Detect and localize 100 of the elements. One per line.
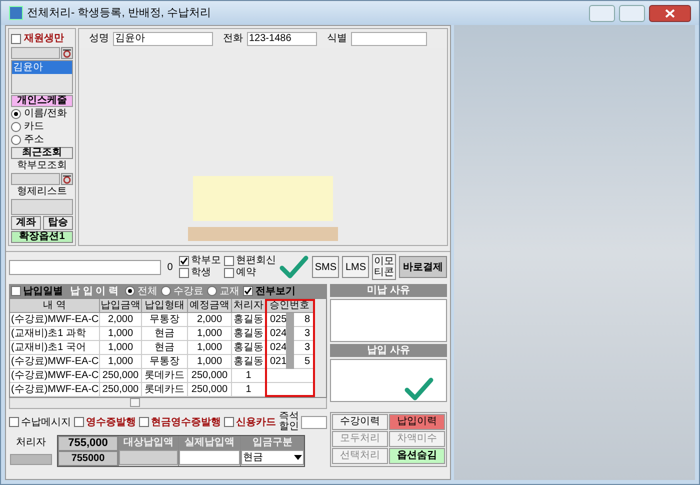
table-cell: 1,000 bbox=[100, 327, 142, 341]
table-cell: (수강료)MWF-EA-C bbox=[10, 313, 100, 327]
horizontal-scrollbar[interactable] bbox=[9, 398, 327, 409]
checkbox[interactable] bbox=[243, 286, 254, 296]
reason-field[interactable] bbox=[330, 359, 447, 402]
checkbox[interactable] bbox=[139, 417, 149, 427]
column-header[interactable]: 처리자 bbox=[232, 299, 266, 313]
checkbox-label: 학생 bbox=[190, 267, 211, 279]
table-cell: 3 bbox=[304, 341, 310, 354]
action-button[interactable]: 납입이력 bbox=[389, 414, 445, 430]
checkbox[interactable] bbox=[74, 417, 84, 427]
search-icon[interactable] bbox=[61, 47, 73, 59]
deposit-dropdown[interactable]: 현금 bbox=[241, 450, 304, 465]
checkbox-label: 신용카드 bbox=[236, 416, 276, 430]
radio-button[interactable] bbox=[11, 134, 21, 145]
column-header[interactable]: 납입금액 bbox=[100, 299, 142, 313]
discount-field[interactable] bbox=[301, 416, 327, 428]
message-button[interactable]: SMS bbox=[312, 256, 340, 278]
student-list[interactable]: 김윤아 bbox=[11, 60, 73, 94]
handler-field bbox=[10, 454, 52, 465]
search-icon[interactable] bbox=[61, 172, 73, 185]
table-cell: 홍길동 bbox=[232, 341, 266, 355]
app-icon bbox=[9, 6, 23, 20]
radio-button[interactable] bbox=[161, 286, 172, 296]
checkbox[interactable] bbox=[178, 256, 189, 266]
radio-label: 수강료 bbox=[173, 284, 204, 298]
table-cell: 8 bbox=[304, 313, 310, 326]
column-header[interactable]: 내 역 bbox=[10, 299, 100, 313]
list-item[interactable]: 김윤아 bbox=[12, 61, 72, 74]
message-button[interactable]: 바로결제 bbox=[399, 256, 447, 278]
column-header: 입금구분 bbox=[241, 436, 304, 450]
column-header[interactable]: 납입형태 bbox=[142, 299, 188, 313]
checkbox[interactable] bbox=[11, 34, 21, 44]
text-field[interactable]: 김윤아 bbox=[113, 32, 213, 46]
checkbox[interactable] bbox=[11, 286, 21, 296]
radio-button[interactable] bbox=[11, 108, 21, 119]
window-title: 전체처리- 학생등록, 반배정, 수납처리 bbox=[27, 6, 211, 21]
column-header: 대상납입액 bbox=[119, 436, 178, 450]
reason-field[interactable] bbox=[330, 299, 447, 342]
table-cell: (교재비)초1 국어 bbox=[10, 341, 100, 355]
section-header: 미납 사유 bbox=[330, 284, 447, 297]
checkbox-label: 전부보기 bbox=[255, 284, 296, 298]
table-cell: 1,000 bbox=[188, 327, 232, 341]
amount-field[interactable] bbox=[119, 450, 178, 465]
table-cell: (수강료)MWF-EA-C bbox=[10, 383, 100, 397]
checkbox[interactable] bbox=[224, 417, 234, 427]
message-button[interactable]: 이모티콘 bbox=[372, 254, 396, 280]
table-cell: 무통장 bbox=[142, 355, 188, 369]
search-field[interactable] bbox=[11, 47, 60, 59]
table-cell: 홍길동 bbox=[232, 327, 266, 341]
checkbox[interactable] bbox=[224, 256, 234, 266]
parent-search-field[interactable] bbox=[11, 172, 60, 185]
total-amount: 755,000 bbox=[58, 436, 118, 451]
check-mark-icon bbox=[404, 377, 434, 401]
checkbox[interactable] bbox=[9, 417, 19, 427]
checkbox-label: 예약 bbox=[236, 267, 256, 279]
extend-option-button[interactable]: 확장옵션1 bbox=[11, 231, 73, 243]
field-label: 즉석할인 bbox=[279, 412, 299, 432]
checkbox-label: 현편회신 bbox=[236, 255, 276, 267]
schedule-button[interactable]: 개인스케줄 bbox=[11, 94, 73, 107]
column-header[interactable]: 예정금액 bbox=[188, 299, 232, 313]
table-cell: 홍길동 bbox=[232, 313, 266, 327]
checkbox-label: 수납메시지 bbox=[21, 416, 71, 430]
check-mark-icon bbox=[278, 255, 309, 279]
message-button[interactable]: LMS bbox=[342, 256, 370, 278]
checkbox[interactable] bbox=[224, 268, 234, 278]
radio-label: 전체 bbox=[137, 284, 158, 298]
recent-search-button[interactable]: 최근조회 bbox=[11, 146, 73, 159]
table-cell: 무통장 bbox=[142, 313, 188, 327]
checkbox-label: 영수증발행 bbox=[86, 416, 136, 430]
table-cell: 롯데카드 bbox=[142, 369, 188, 383]
close-button[interactable] bbox=[649, 4, 691, 22]
table-cell: 1,000 bbox=[188, 341, 232, 355]
table-cell: 1 bbox=[232, 369, 266, 383]
vertical-scrollbar[interactable] bbox=[314, 299, 326, 397]
radio-button[interactable] bbox=[11, 122, 21, 132]
field-label: 학부모조회 bbox=[16, 160, 68, 172]
checkbox-label: 현금영수증발행 bbox=[151, 416, 221, 430]
table-cell: (교재비)초1 과학 bbox=[10, 327, 100, 341]
radio-button[interactable] bbox=[125, 286, 136, 296]
table-cell: 024 bbox=[270, 341, 287, 354]
radio-label: 이름/전화 bbox=[24, 108, 67, 120]
caret-icon bbox=[294, 454, 302, 460]
message-field[interactable] bbox=[9, 260, 162, 274]
scrollbar-thumb[interactable] bbox=[130, 398, 140, 407]
sidebar-button[interactable]: 탑승 bbox=[43, 216, 73, 230]
table-cell: 250,000 bbox=[100, 383, 142, 397]
table-cell: 2,000 bbox=[188, 313, 232, 327]
text-field[interactable]: 123-1486 bbox=[247, 32, 317, 46]
action-button[interactable]: 수강이력 bbox=[332, 414, 388, 430]
action-button[interactable]: 옵션숨김 bbox=[389, 448, 445, 464]
amount-field[interactable] bbox=[179, 450, 240, 465]
count-label: 0 bbox=[166, 260, 174, 274]
field-label: 성명 bbox=[89, 32, 109, 46]
checkbox[interactable] bbox=[178, 268, 189, 278]
sidebar-button[interactable]: 계좌 bbox=[11, 216, 41, 230]
text-field[interactable] bbox=[351, 32, 427, 46]
table-cell: 250,000 bbox=[188, 383, 232, 397]
checkbox-label: 납입일별 bbox=[23, 284, 63, 298]
radio-button[interactable] bbox=[207, 286, 218, 296]
